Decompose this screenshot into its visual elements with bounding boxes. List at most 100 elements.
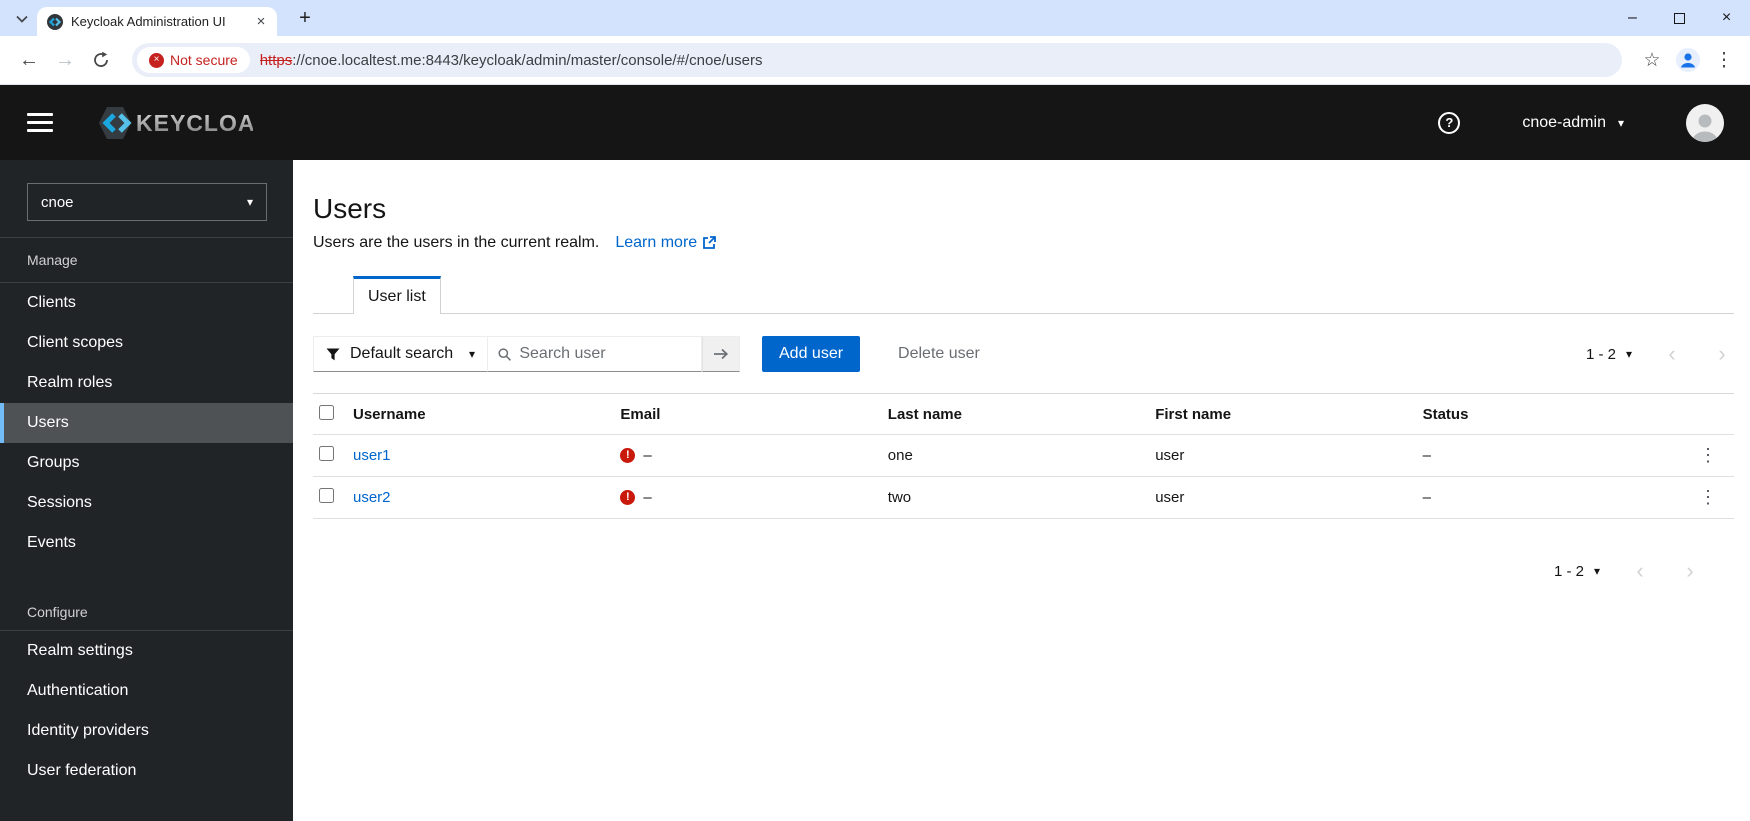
arrow-right-icon — [714, 348, 729, 360]
learn-more-link[interactable]: Learn more — [615, 234, 717, 252]
sidebar-item-identity-providers[interactable]: Identity providers — [0, 711, 293, 751]
email-value: – — [643, 447, 652, 464]
nav-section-manage: Manage — [0, 237, 293, 283]
pagination-menu[interactable]: 1 - 2 ▾ — [1554, 563, 1600, 580]
security-label: Not secure — [170, 52, 238, 68]
new-tab-button[interactable]: + — [292, 5, 318, 31]
chevron-down-icon: ▾ — [1617, 115, 1624, 130]
chevron-down-icon: ▾ — [246, 195, 253, 209]
row-actions-kebab[interactable]: ⋮ — [1690, 480, 1726, 516]
profile-icon — [1676, 48, 1700, 72]
status-value: – — [1422, 447, 1431, 464]
sidebar-item-user-federation[interactable]: User federation — [0, 751, 293, 791]
forward-button[interactable]: → — [50, 45, 80, 75]
table-header-row: Username Email Last name First name Stat… — [313, 393, 1734, 435]
users-table: Username Email Last name First name Stat… — [313, 393, 1734, 519]
bookmark-star-button[interactable]: ☆ — [1636, 44, 1668, 76]
nav-toggle-button[interactable] — [27, 113, 53, 132]
last-name-value: one — [887, 447, 913, 464]
browser-profile-button[interactable] — [1672, 44, 1704, 76]
search-icon — [498, 347, 511, 361]
column-header-first-name: First name — [1155, 405, 1232, 423]
sidebar-item-realm-roles[interactable]: Realm roles — [0, 363, 293, 403]
column-header-last-name: Last name — [887, 405, 962, 423]
masthead: KEYCLOAK ? cnoe-admin ▾ — [0, 85, 1750, 160]
nav-section-configure: Configure — [0, 593, 293, 631]
masthead-actions: ? cnoe-admin ▾ — [1438, 103, 1724, 142]
brand-wordmark: KEYCLOAK — [136, 110, 253, 136]
user-dropdown[interactable]: cnoe-admin ▾ — [1522, 114, 1624, 132]
window-controls: – × — [1609, 0, 1750, 36]
url-text: https://cnoe.localtest.me:8443/keycloak/… — [260, 52, 763, 69]
chevron-down-icon — [16, 15, 28, 23]
pagination-range: 1 - 2 — [1553, 562, 1584, 580]
search-input[interactable] — [519, 345, 691, 363]
previous-page-button[interactable]: ‹ — [1660, 342, 1684, 366]
tab-close-icon[interactable]: × — [253, 13, 269, 30]
sidebar-item-authentication[interactable]: Authentication — [0, 671, 293, 711]
keycloak-favicon — [47, 13, 63, 30]
page-title: Users — [313, 193, 387, 224]
first-name-value: user — [1155, 489, 1185, 506]
browser-tab[interactable]: Keycloak Administration UI × — [37, 7, 277, 36]
reload-button[interactable] — [86, 45, 116, 75]
not-secure-icon: × — [149, 52, 164, 68]
chevron-down-icon: ▾ — [1593, 564, 1600, 578]
search-type-label: Default search — [350, 345, 454, 362]
tab-search-button[interactable] — [13, 10, 31, 28]
security-chip[interactable]: × Not secure — [137, 47, 250, 73]
avatar-icon — [1692, 114, 1718, 142]
sidebar-item-clients[interactable]: Clients — [0, 283, 293, 323]
delete-user-button[interactable]: Delete user — [898, 345, 980, 363]
realm-selector[interactable]: cnoe ▾ — [27, 183, 267, 221]
keycloak-logo: KEYCLOAK — [83, 106, 253, 140]
sidebar-item-groups[interactable]: Groups — [0, 443, 293, 483]
next-page-button[interactable]: › — [1678, 559, 1702, 583]
row-actions-kebab[interactable]: ⋮ — [1690, 438, 1726, 474]
column-header-status: Status — [1422, 405, 1469, 423]
username-link[interactable]: user2 — [353, 489, 391, 506]
add-user-button[interactable]: Add user — [762, 336, 861, 372]
username-link[interactable]: user1 — [353, 447, 391, 464]
sidebar-item-users[interactable]: Users — [0, 403, 293, 443]
column-header-username: Username — [353, 405, 426, 423]
row-checkbox[interactable] — [319, 446, 334, 461]
pagination-menu[interactable]: 1 - 2 ▾ — [1586, 346, 1632, 363]
next-page-button[interactable]: › — [1710, 342, 1734, 366]
select-all-checkbox[interactable] — [319, 404, 334, 420]
browser-menu-button[interactable]: ⋮ — [1708, 44, 1740, 76]
window-maximize-button[interactable] — [1656, 0, 1703, 36]
chevron-down-icon: ▾ — [1625, 347, 1632, 361]
filter-icon — [326, 348, 340, 360]
browser-toolbar: ← → × Not secure https://cnoe.localtest.… — [0, 36, 1750, 85]
back-button[interactable]: ← — [14, 45, 44, 75]
tab-user-list[interactable]: User list — [353, 276, 441, 314]
address-bar[interactable]: × Not secure https://cnoe.localtest.me:8… — [132, 43, 1622, 77]
learn-more-label: Learn more — [615, 234, 698, 251]
browser-tab-title: Keycloak Administration UI — [71, 14, 226, 29]
page-description: Users are the users in the current realm… — [313, 234, 600, 251]
search-type-dropdown[interactable]: Default search ▾ — [313, 336, 488, 372]
pagination-range: 1 - 2 — [1585, 345, 1616, 363]
chevron-down-icon: ▾ — [468, 347, 475, 361]
previous-page-button[interactable]: ‹ — [1628, 559, 1652, 583]
row-checkbox[interactable] — [319, 488, 334, 503]
avatar[interactable] — [1686, 103, 1724, 142]
help-icon[interactable]: ? — [1438, 111, 1461, 134]
first-name-value: user — [1155, 447, 1185, 464]
sidebar-item-events[interactable]: Events — [0, 523, 293, 563]
email-error-icon: ! — [620, 448, 636, 463]
window-close-button[interactable]: × — [1703, 0, 1750, 36]
last-name-value: two — [887, 489, 912, 506]
sidebar-item-client-scopes[interactable]: Client scopes — [0, 323, 293, 363]
tab-bar: User list — [313, 276, 1734, 314]
sidebar-item-realm-settings[interactable]: Realm settings — [0, 631, 293, 671]
search-submit-button[interactable] — [702, 336, 740, 372]
window-minimize-button[interactable]: – — [1609, 0, 1656, 36]
pagination-bottom: 1 - 2 ▾ ‹ › — [313, 559, 1734, 583]
sidebar-item-sessions[interactable]: Sessions — [0, 483, 293, 523]
users-toolbar: Default search ▾ Add user Delete user — [313, 336, 1734, 372]
reload-icon — [94, 51, 108, 67]
browser-tab-strip: Keycloak Administration UI × + – × — [0, 0, 1750, 36]
status-value: – — [1422, 489, 1431, 506]
